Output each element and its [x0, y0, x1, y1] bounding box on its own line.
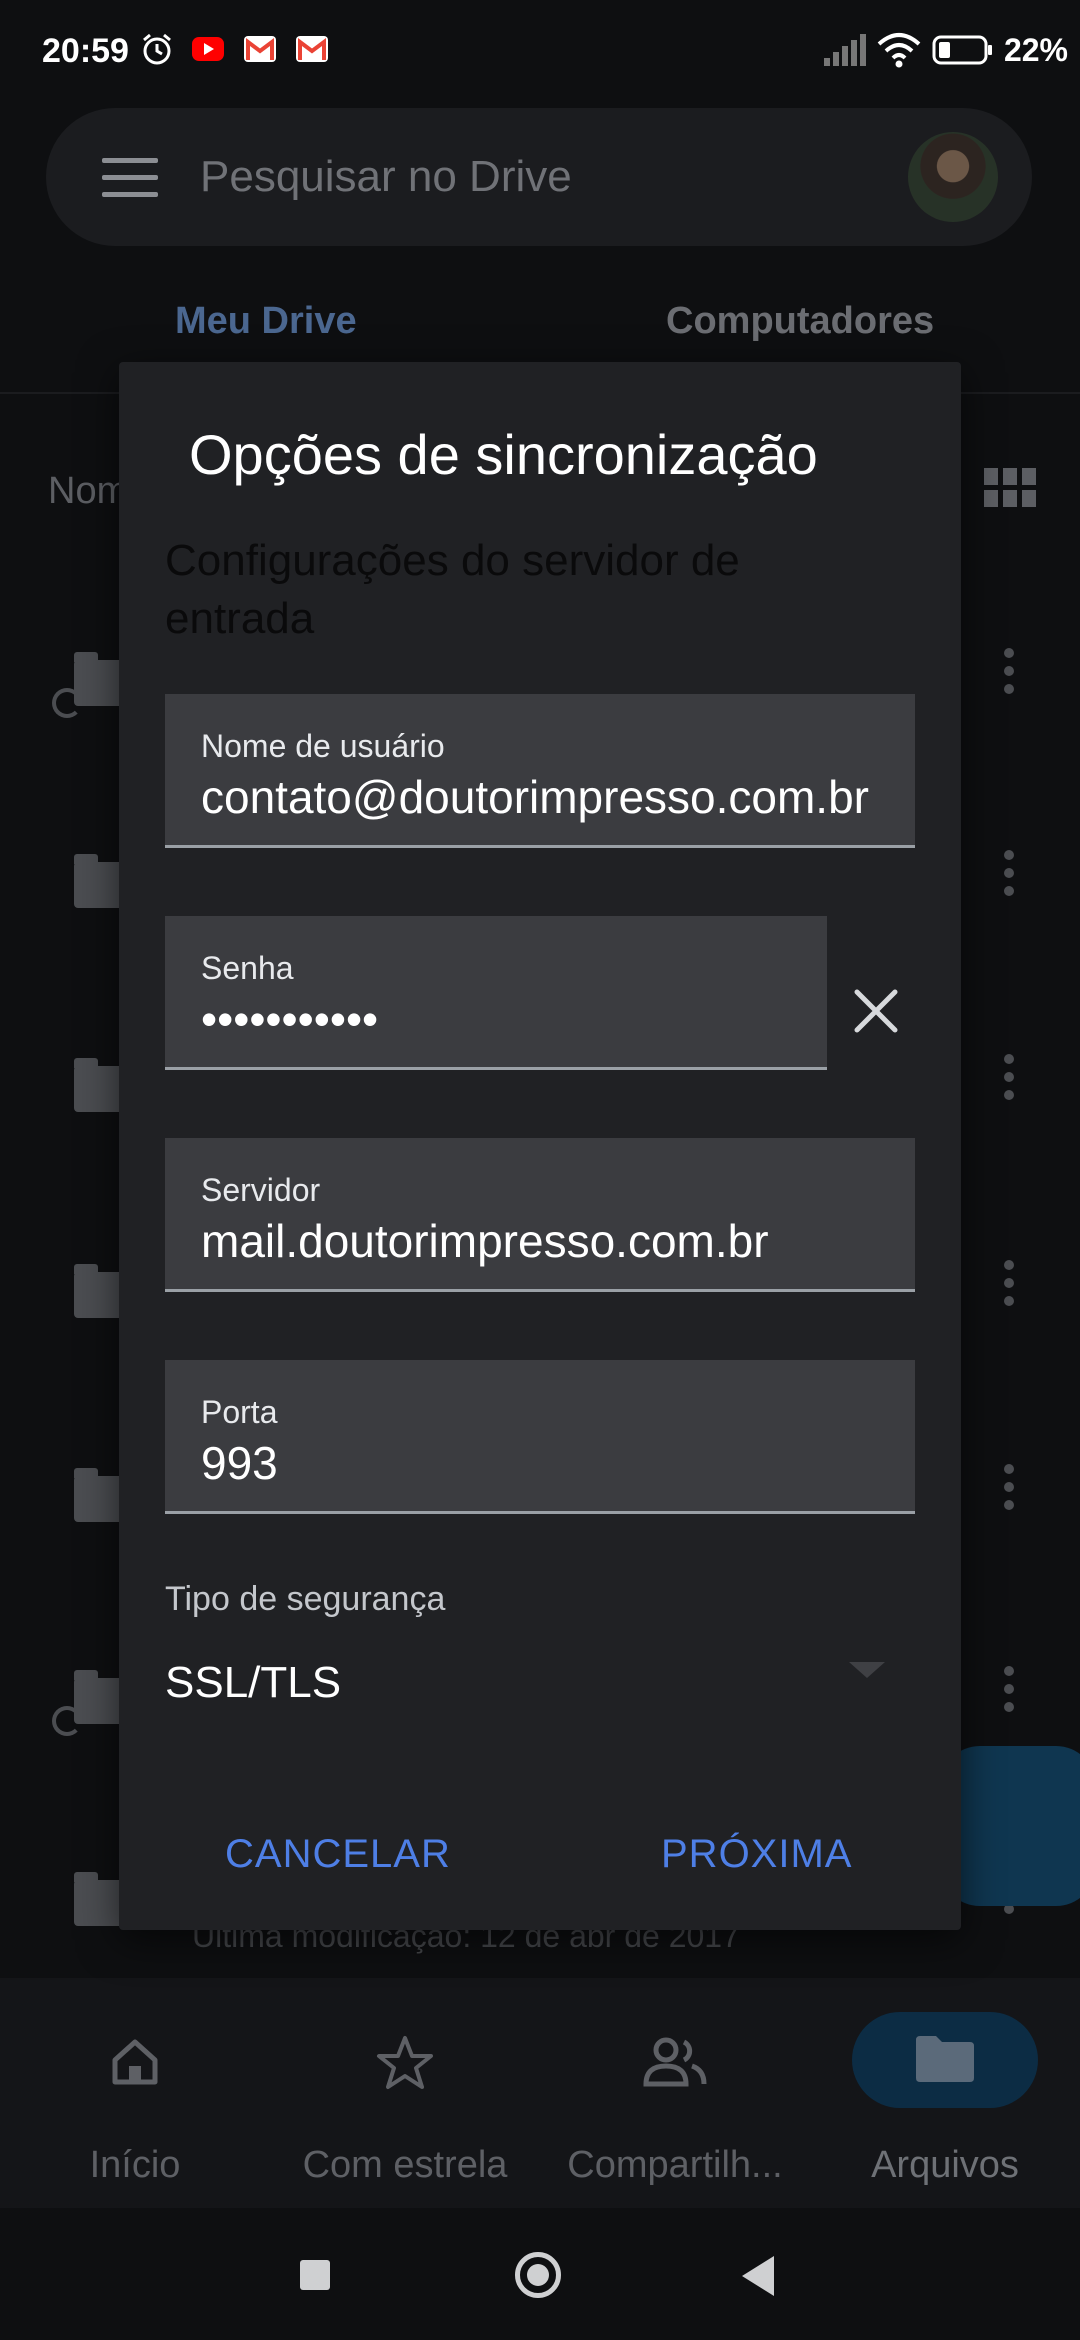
avatar[interactable] [908, 132, 998, 222]
security-type-label: Tipo de segurança [165, 1580, 446, 1618]
dialog-subtitle: Configurações do servidor de entrada [165, 536, 740, 643]
more-options-icon[interactable] [1004, 1464, 1014, 1518]
nav-arquivos-label: Arquivos [871, 2144, 1019, 2186]
home-icon [112, 2039, 158, 2085]
nav-arquivos[interactable]: Arquivos [825, 1978, 1065, 2208]
security-type-select[interactable]: SSL/TLS [165, 1658, 341, 1708]
nav-compartilhados[interactable]: Compartilh... [555, 1978, 795, 2208]
more-options-icon[interactable] [1004, 850, 1014, 904]
nav-com-estrela[interactable]: Com estrela [285, 1978, 525, 2208]
nav-com-estrela-label: Com estrela [302, 2144, 508, 2186]
alarm-icon [143, 33, 171, 65]
more-options-icon[interactable] [1004, 1260, 1014, 1314]
system-navigation [0, 2208, 1080, 2340]
battery-percent: 22% [1003, 31, 1068, 68]
people-icon [643, 2037, 707, 2087]
tab-computadores[interactable]: Computadores [666, 300, 934, 343]
gmail-icon [244, 36, 276, 62]
bottom-navigation: Início Com estrela Compartilh... Arquivo… [0, 1978, 1080, 2208]
cancel-button[interactable]: CANCELAR [225, 1832, 451, 1877]
nav-inicio[interactable]: Início [15, 1978, 255, 2208]
more-options-icon[interactable] [1004, 1054, 1014, 1108]
sync-icon [52, 1706, 82, 1736]
port-label: Porta [201, 1394, 278, 1430]
gmail-icon [296, 36, 328, 62]
battery-icon [932, 35, 992, 65]
signal-icon [823, 34, 866, 66]
sort-label[interactable]: Nom [48, 470, 128, 513]
password-value[interactable]: ••••••••••• [201, 992, 793, 1046]
password-label: Senha [201, 950, 294, 986]
dropdown-arrow-icon[interactable] [849, 1662, 885, 1678]
port-value[interactable]: 993 [201, 1436, 881, 1490]
drive-search-bar[interactable]: Pesquisar no Drive [46, 108, 1032, 246]
status-bar: 20:59 22% [0, 0, 1080, 100]
server-label: Servidor [201, 1172, 321, 1208]
password-field[interactable]: Senha ••••••••••• [165, 916, 827, 1070]
new-button[interactable] [940, 1746, 1080, 1906]
sync-options-dialog: Opções de sincronização Configurações do… [119, 362, 961, 1930]
close-icon[interactable] [849, 984, 903, 1038]
port-field[interactable]: Porta 993 [165, 1360, 915, 1514]
server-field[interactable]: Servidor mail.doutorimpresso.com.br [165, 1138, 915, 1292]
home-button[interactable] [515, 2252, 561, 2298]
grid-view-icon[interactable] [984, 468, 1036, 510]
nav-compartilhados-label: Compartilh... [567, 2144, 783, 2186]
wifi-icon [877, 33, 921, 68]
youtube-icon [192, 37, 224, 61]
back-button[interactable] [742, 2256, 774, 2296]
next-button[interactable]: PRÓXIMA [661, 1832, 852, 1877]
username-value[interactable]: contato@doutorimpresso.com.br [201, 770, 881, 824]
search-placeholder: Pesquisar no Drive [200, 152, 572, 201]
sync-icon [52, 688, 82, 718]
server-value[interactable]: mail.doutorimpresso.com.br [201, 1214, 881, 1268]
username-label: Nome de usuário [201, 728, 445, 764]
clock: 20:59 [42, 32, 129, 70]
tab-meu-drive[interactable]: Meu Drive [175, 300, 357, 343]
menu-icon[interactable] [102, 158, 158, 198]
recents-button[interactable] [300, 2260, 330, 2290]
dialog-title: Opções de sincronização [189, 423, 818, 486]
folder-icon [916, 2036, 974, 2082]
username-field[interactable]: Nome de usuário contato@doutorimpresso.c… [165, 694, 915, 848]
more-options-icon[interactable] [1004, 648, 1014, 702]
more-options-icon[interactable] [1004, 1666, 1014, 1720]
nav-inicio-label: Início [89, 2144, 181, 2186]
star-icon [377, 2036, 433, 2089]
